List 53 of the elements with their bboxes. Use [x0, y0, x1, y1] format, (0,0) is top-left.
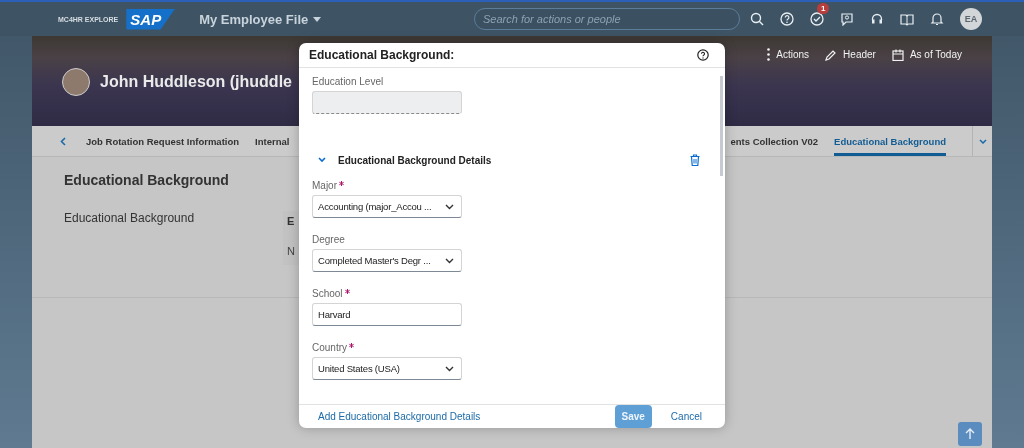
field-label: School [312, 288, 343, 299]
search-field[interactable]: Search for actions or people [474, 8, 740, 30]
field-label: Education Level [312, 76, 384, 87]
caret-icon [313, 16, 322, 22]
field-label: Country [312, 342, 347, 353]
select-field[interactable]: United States (USA) [312, 357, 462, 380]
field-label: Degree [312, 234, 345, 245]
chevron-down-icon [978, 138, 987, 144]
calendar-icon [891, 48, 904, 61]
tab[interactable]: ents Collection V02 [730, 126, 819, 156]
required-asterisk-icon [344, 289, 350, 294]
section-title: Educational Background [64, 172, 229, 188]
tab[interactable]: Educational Background [834, 126, 946, 156]
dialog-title: Educational Background: [309, 48, 455, 62]
more-icon [767, 48, 771, 61]
add-details-link[interactable]: Add Educational Background Details [318, 411, 481, 422]
input-field[interactable]: Harvard [312, 303, 462, 326]
user-avatar[interactable]: EA [960, 8, 982, 30]
chevron-down-icon [445, 257, 454, 264]
cancel-button[interactable]: Cancel [663, 405, 709, 428]
chevron-down-icon [445, 203, 454, 210]
chevron-icon[interactable] [318, 157, 326, 163]
pencil-icon [825, 48, 838, 61]
field-label: Major [312, 180, 337, 191]
scroll-left-icon[interactable] [60, 136, 66, 146]
headset-icon[interactable] [870, 12, 884, 26]
search-icon[interactable] [750, 12, 764, 26]
group-title: Educational Background Details [338, 154, 492, 166]
card-header: E [287, 215, 295, 227]
notification-badge: 1 [817, 3, 830, 14]
tab[interactable]: Internal [255, 126, 290, 156]
required-asterisk-icon [339, 181, 344, 186]
header-action-button[interactable]: Header [825, 48, 876, 61]
required-asterisk-icon [349, 343, 354, 348]
select-field[interactable]: Completed Master's Degr ... [312, 249, 462, 272]
select-field[interactable]: Accounting (major_Accou ... [312, 195, 462, 218]
employee-name: John Huddleson (jhuddle [100, 73, 292, 91]
bell-icon[interactable] [930, 12, 944, 26]
header-action-button[interactable]: As of Today [891, 48, 962, 61]
help-icon[interactable] [697, 49, 709, 61]
avatar-placeholder [62, 68, 90, 96]
card-text: N [287, 245, 295, 257]
tab[interactable]: Job Rotation Request Information [86, 126, 240, 156]
header-action-button[interactable]: Actions [767, 48, 810, 61]
arrow-up-icon [965, 428, 975, 440]
subsection-label: Educational Background [64, 211, 196, 227]
book-icon[interactable] [900, 12, 914, 26]
chat-person-icon[interactable] [840, 12, 854, 26]
task-check-icon[interactable] [810, 12, 824, 26]
chevron-down-icon [445, 365, 454, 372]
app-title-menu[interactable]: My Employee File [199, 11, 322, 27]
sap-logo[interactable]: SAP [126, 8, 176, 30]
trash-icon[interactable] [690, 154, 700, 166]
